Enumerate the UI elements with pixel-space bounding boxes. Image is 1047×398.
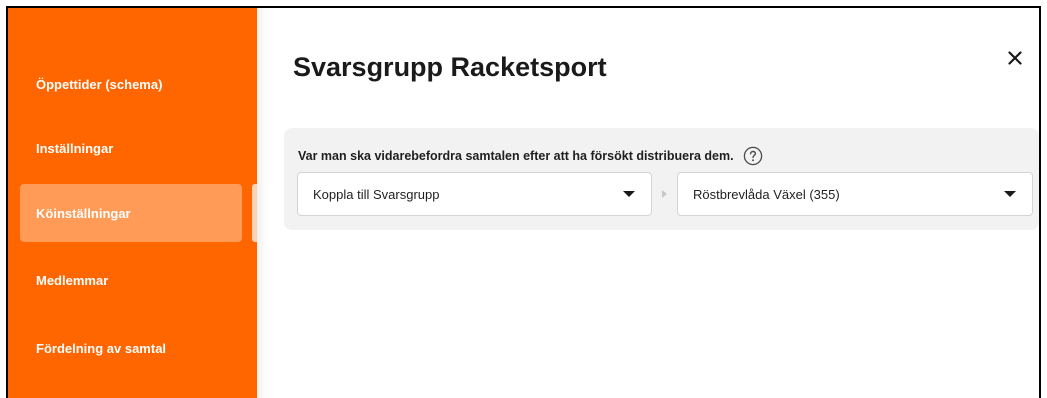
sidebar-item-label: Öppettider (schema): [36, 76, 163, 92]
forwarding-panel: Var man ska vidarebefordra samtalen efte…: [284, 128, 1039, 230]
action-select-value: Koppla till Svarsgrupp: [313, 186, 440, 202]
sidebar-item-opening-hours[interactable]: Öppettider (schema): [20, 55, 242, 113]
chevron-down-icon: [623, 191, 635, 197]
page-title: Svarsgrupp Racketsport: [293, 52, 607, 82]
target-select[interactable]: Röstbrevlåda Växel (355): [677, 172, 1033, 216]
help-icon[interactable]: [743, 146, 763, 166]
forwarding-question: Var man ska vidarebefordra samtalen efte…: [298, 146, 763, 166]
sidebar-item-members[interactable]: Medlemmar: [20, 251, 242, 309]
forwarding-question-text: Var man ska vidarebefordra samtalen efte…: [298, 149, 734, 163]
target-select-value: Röstbrevlåda Växel (355): [693, 186, 840, 202]
close-icon: [1008, 51, 1022, 65]
action-select[interactable]: Koppla till Svarsgrupp: [297, 172, 652, 216]
dialog-frame: Öppettider (schema) Inställningar Köinst…: [6, 6, 1041, 398]
close-button[interactable]: [1003, 46, 1027, 70]
sidebar-item-settings[interactable]: Inställningar: [20, 119, 242, 177]
sidebar-item-label: Inställningar: [36, 140, 114, 156]
sidebar-item-label: Fördelning av samtal: [36, 340, 167, 356]
sidebar-shadow: [257, 8, 267, 398]
sidebar-item-label: Köinställningar: [36, 205, 131, 221]
chevron-right-icon: [662, 190, 667, 198]
sidebar: Öppettider (schema) Inställningar Köinst…: [8, 8, 257, 398]
sidebar-item-call-distribution[interactable]: Fördelning av samtal: [20, 319, 242, 377]
sidebar-item-label: Medlemmar: [36, 272, 109, 288]
chevron-down-icon: [1004, 191, 1016, 197]
sidebar-item-queue-settings[interactable]: Köinställningar: [20, 184, 242, 242]
